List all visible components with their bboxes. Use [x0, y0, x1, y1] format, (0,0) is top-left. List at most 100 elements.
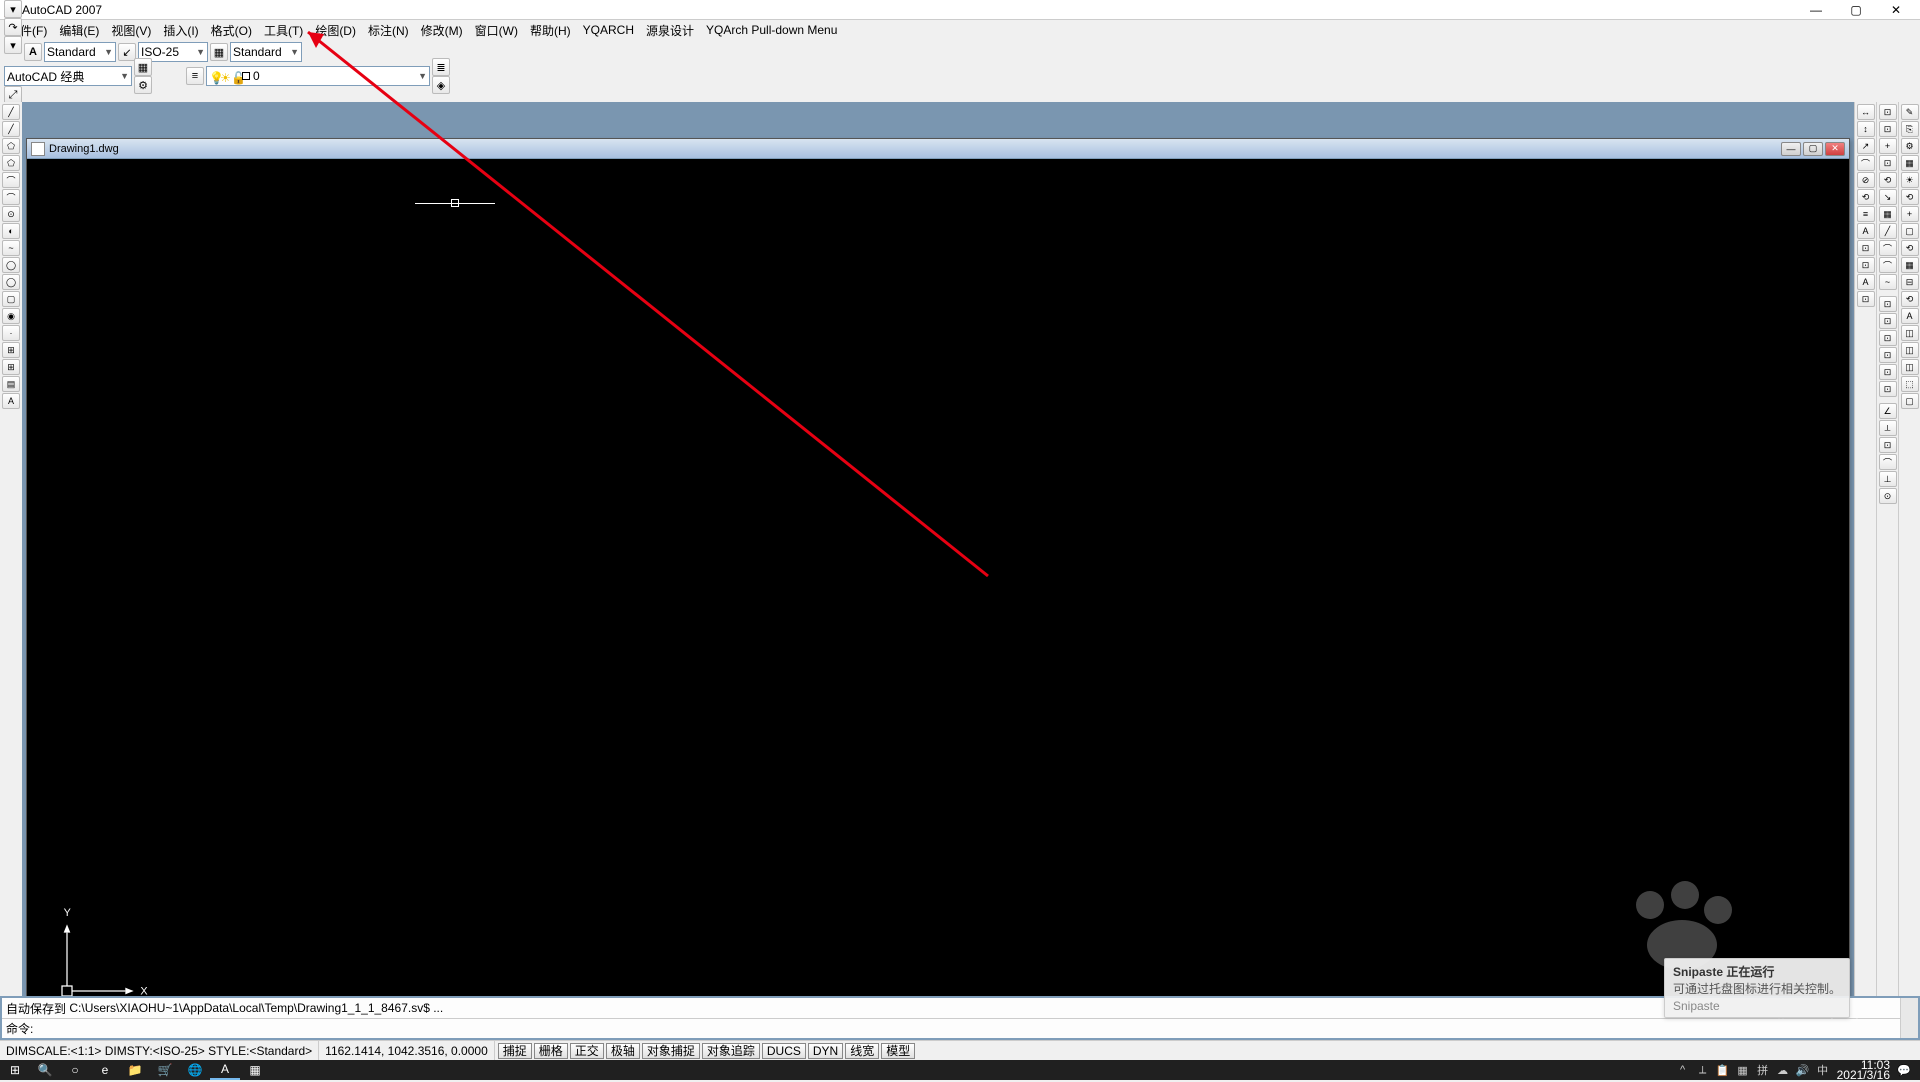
- tray-icon-0[interactable]: ^: [1675, 1062, 1691, 1078]
- tray-clock[interactable]: 11:03 2021/3/16: [1837, 1060, 1890, 1080]
- modify-tool-10[interactable]: ⊟: [1901, 274, 1919, 290]
- inquiry-tool-6[interactable]: ▦: [1879, 206, 1897, 222]
- draw-tool-2[interactable]: ⬠: [2, 138, 20, 154]
- tray-icon-3[interactable]: ▦: [1735, 1062, 1751, 1078]
- inquiry-tool-24[interactable]: ⊙: [1879, 488, 1897, 504]
- status-toggle-9[interactable]: 模型: [881, 1043, 915, 1059]
- dim-tool-3[interactable]: ⌒: [1857, 155, 1875, 171]
- std-tool-13[interactable]: ↷: [4, 18, 22, 36]
- draw-tool-9[interactable]: ◯: [2, 257, 20, 273]
- tray-icon-2[interactable]: 📋: [1715, 1062, 1731, 1078]
- menu-2[interactable]: 视图(V): [105, 20, 157, 41]
- draw-tool-6[interactable]: ⊙: [2, 206, 20, 222]
- inquiry-tool-9[interactable]: ⌒: [1879, 257, 1897, 273]
- modify-tool-1[interactable]: ⎘: [1901, 121, 1919, 137]
- modify-tool-11[interactable]: ⟲: [1901, 291, 1919, 307]
- ws-tool-0[interactable]: ▦: [134, 58, 152, 76]
- modify-tool-8[interactable]: ⟲: [1901, 240, 1919, 256]
- taskbar-app-8[interactable]: ▦: [240, 1060, 270, 1080]
- inquiry-tool-0[interactable]: ⊡: [1879, 104, 1897, 120]
- inquiry-tool-22[interactable]: ⌒: [1879, 454, 1897, 470]
- draw-tool-4[interactable]: ⌒: [2, 172, 20, 188]
- snipaste-notification[interactable]: Snipaste 正在运行 可通过托盘图标进行相关控制。 Snipaste: [1664, 958, 1850, 1018]
- status-toggle-1[interactable]: 栅格: [534, 1043, 568, 1059]
- drawing-canvas[interactable]: X Y: [27, 159, 1849, 1015]
- inquiry-tool-10[interactable]: ~: [1879, 274, 1897, 290]
- dim-tool-2[interactable]: ↗: [1857, 138, 1875, 154]
- tray-icon-4[interactable]: 拼: [1755, 1062, 1771, 1078]
- drawing-titlebar[interactable]: Drawing1.dwg — ▢ ✕: [27, 139, 1849, 159]
- layer-combo[interactable]: 💡 ☀ 🔓 0 ▼: [206, 66, 430, 86]
- modify-tool-12[interactable]: A: [1901, 308, 1919, 324]
- inquiry-tool-15[interactable]: ⊡: [1879, 347, 1897, 363]
- command-input[interactable]: 命令:: [2, 1018, 1918, 1038]
- dim-tool-7[interactable]: A: [1857, 223, 1875, 239]
- modify-tool-14[interactable]: ◫: [1901, 342, 1919, 358]
- ws-tool-1[interactable]: ⚙: [134, 76, 152, 94]
- workspace-combo[interactable]: AutoCAD 经典▼: [4, 66, 132, 86]
- layer-tool-right-1[interactable]: ◈: [432, 76, 450, 94]
- dim-tool-5[interactable]: ⟲: [1857, 189, 1875, 205]
- minimize-button[interactable]: —: [1796, 1, 1836, 19]
- menu-13[interactable]: YQArch Pull-down Menu: [700, 21, 843, 39]
- maximize-button[interactable]: ▢: [1836, 1, 1876, 19]
- dim-tool-4[interactable]: ⊘: [1857, 172, 1875, 188]
- menu-5[interactable]: 工具(T): [258, 20, 309, 41]
- menu-8[interactable]: 修改(M): [415, 20, 469, 41]
- inquiry-tool-3[interactable]: ⊡: [1879, 155, 1897, 171]
- modify-tool-6[interactable]: +: [1901, 206, 1919, 222]
- status-toggle-5[interactable]: 对象追踪: [702, 1043, 760, 1059]
- draw-tool-17[interactable]: A: [2, 393, 20, 409]
- draw-tool-7[interactable]: ◐: [2, 223, 20, 239]
- taskbar-app-0[interactable]: ⊞: [0, 1060, 30, 1080]
- tray-icon-6[interactable]: 🔊: [1795, 1062, 1811, 1078]
- command-scrollbar[interactable]: [1900, 998, 1918, 1038]
- std-tool-14[interactable]: ▾: [4, 36, 22, 54]
- taskbar-app-4[interactable]: 📁: [120, 1060, 150, 1080]
- menu-3[interactable]: 插入(I): [157, 20, 204, 41]
- tray-icon-1[interactable]: ⟂: [1695, 1062, 1711, 1078]
- draw-tool-14[interactable]: ⊞: [2, 342, 20, 358]
- modify-tool-5[interactable]: ⟲: [1901, 189, 1919, 205]
- taskbar-app-7[interactable]: A: [210, 1060, 240, 1080]
- modify-tool-7[interactable]: ▢: [1901, 223, 1919, 239]
- inquiry-tool-19[interactable]: ∠: [1879, 403, 1897, 419]
- inquiry-tool-20[interactable]: ⟂: [1879, 420, 1897, 436]
- drawing-maximize-button[interactable]: ▢: [1803, 142, 1823, 156]
- status-toggle-2[interactable]: 正交: [570, 1043, 604, 1059]
- draw-tool-1[interactable]: ╱: [2, 121, 20, 137]
- tray-icon-7[interactable]: 中: [1815, 1062, 1831, 1078]
- status-toggle-6[interactable]: DUCS: [762, 1043, 806, 1059]
- dim-tool-8[interactable]: ⊡: [1857, 240, 1875, 256]
- inquiry-tool-12[interactable]: ⊡: [1879, 296, 1897, 312]
- modify-tool-3[interactable]: ▦: [1901, 155, 1919, 171]
- inquiry-tool-2[interactable]: +: [1879, 138, 1897, 154]
- dim-tool-9[interactable]: ⊡: [1857, 257, 1875, 273]
- tray-icon-5[interactable]: ☁: [1775, 1062, 1791, 1078]
- inquiry-tool-5[interactable]: ↘: [1879, 189, 1897, 205]
- inquiry-tool-14[interactable]: ⊡: [1879, 330, 1897, 346]
- draw-tool-0[interactable]: ╱: [2, 104, 20, 120]
- notifications-icon[interactable]: 💬: [1896, 1062, 1912, 1078]
- drawing-minimize-button[interactable]: —: [1781, 142, 1801, 156]
- dim-tool-10[interactable]: A: [1857, 274, 1875, 290]
- menu-6[interactable]: 绘图(D): [309, 20, 362, 41]
- inquiry-tool-13[interactable]: ⊡: [1879, 313, 1897, 329]
- draw-tool-5[interactable]: ⌒: [2, 189, 20, 205]
- dim-tool-1[interactable]: ↕: [1857, 121, 1875, 137]
- drawing-close-button[interactable]: ✕: [1825, 142, 1845, 156]
- command-window[interactable]: 自动保存到 C:\Users\XIAOHU~1\AppData\Local\Te…: [0, 996, 1920, 1040]
- taskbar-app-3[interactable]: e: [90, 1060, 120, 1080]
- menu-11[interactable]: YQARCH: [577, 21, 640, 39]
- inquiry-tool-1[interactable]: ⊡: [1879, 121, 1897, 137]
- inquiry-tool-23[interactable]: ⊥: [1879, 471, 1897, 487]
- status-toggle-7[interactable]: DYN: [808, 1043, 843, 1059]
- menu-7[interactable]: 标注(N): [362, 20, 415, 41]
- modify-tool-9[interactable]: ▦: [1901, 257, 1919, 273]
- dim-tool-6[interactable]: ≡: [1857, 206, 1875, 222]
- draw-tool-13[interactable]: ·: [2, 325, 20, 341]
- draw-tool-10[interactable]: ◯: [2, 274, 20, 290]
- status-toggle-8[interactable]: 线宽: [845, 1043, 879, 1059]
- taskbar-app-5[interactable]: 🛒: [150, 1060, 180, 1080]
- draw-tool-16[interactable]: ▤: [2, 376, 20, 392]
